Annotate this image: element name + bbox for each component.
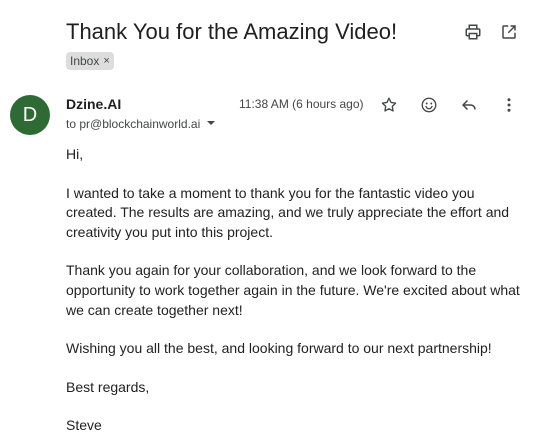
label-chip-inbox: Inbox × [66,52,114,70]
email-closing: Best regards, [66,378,150,395]
reply-icon[interactable] [459,95,479,115]
emoji-icon[interactable] [419,95,439,115]
chevron-down-icon[interactable] [206,118,216,130]
email-subject: Thank You for the Amazing Video! [66,19,398,44]
recipient-text: to pr@blockchainworld.ai [66,117,201,131]
avatar[interactable]: D [10,95,50,135]
more-vert-icon[interactable] [499,95,519,115]
email-paragraph: I wanted to take a moment to thank you f… [66,184,510,240]
remove-label-icon[interactable]: × [103,55,109,67]
recipient-line: to pr@blockchainworld.ai [66,117,216,131]
label-chip-text: Inbox [70,54,100,68]
email-body: Hi, I wanted to take a moment to thank y… [66,145,526,439]
timestamp: 11:38 AM (6 hours ago) [239,97,364,111]
email-view: Thank You for the Amazing Video! Inbox ×… [0,0,533,439]
email-greeting: Hi, [66,146,84,162]
sender-name[interactable]: Dzine.AI [66,96,121,112]
email-paragraph: Wishing you all the best, and looking fo… [66,340,492,357]
email-signature: Steve [66,417,102,434]
email-paragraph: Thank you again for your collaboration, … [66,262,520,318]
print-icon[interactable] [463,22,483,42]
star-icon[interactable] [379,95,399,115]
open-in-new-icon[interactable] [499,22,519,42]
